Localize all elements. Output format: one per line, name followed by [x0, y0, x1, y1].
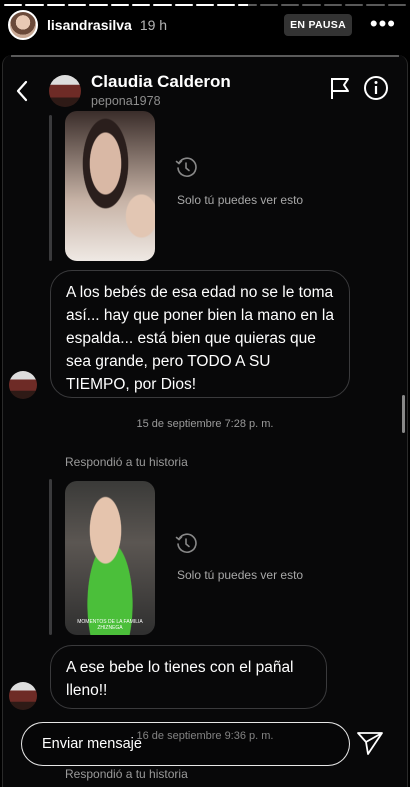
message-bubble[interactable]: A ese bebe lo tienes con el pañal lleno!…	[50, 645, 327, 709]
story-thumbnail[interactable]	[65, 111, 155, 261]
dm-screenshot: Claudia Calderon pepona1978 Solo tú pued…	[2, 55, 408, 787]
sender-avatar[interactable]	[9, 371, 37, 399]
message-input[interactable]: Enviar mensaje	[21, 722, 350, 766]
progress-segment	[345, 4, 364, 6]
contact-username: pepona1978	[91, 94, 161, 108]
flag-icon[interactable]	[329, 76, 351, 100]
story-time: 19 h	[139, 17, 168, 33]
progress-segment	[174, 4, 193, 6]
sender-avatar[interactable]	[9, 682, 37, 710]
message-bubble[interactable]: A los bebés de esa edad no se le toma as…	[50, 270, 350, 398]
info-icon[interactable]	[363, 75, 389, 101]
progress-segment	[323, 4, 342, 6]
progress-segment	[302, 4, 321, 6]
progress-segment	[153, 4, 172, 6]
contact-name[interactable]: Claudia Calderon	[91, 72, 231, 92]
story-username[interactable]: lisandrasilva	[47, 17, 132, 33]
thumbnail-caption: MOMENTOS DE LA FAMILIA ZHIZNEGA	[77, 619, 143, 631]
clock-icon	[175, 157, 197, 177]
reply-indicator	[49, 115, 52, 261]
progress-segment	[67, 4, 87, 6]
message-input-placeholder: Enviar mensaje	[42, 736, 142, 752]
timestamp: 15 de septiembre 7:28 p. m.	[136, 418, 274, 430]
progress-segment	[25, 4, 44, 6]
story-header: lisandrasilva 19 h EN PAUSA •••	[0, 8, 410, 42]
progress-segment	[366, 4, 385, 6]
progress-segment	[131, 4, 151, 6]
progress-segment	[281, 4, 300, 6]
scrollbar[interactable]	[402, 395, 405, 433]
back-icon[interactable]	[15, 79, 29, 103]
progress-segment	[387, 4, 406, 6]
progress-segment	[195, 4, 215, 6]
only-you-label: Solo tú puedes ver esto	[177, 568, 304, 582]
only-you-label: Solo tú puedes ver esto	[177, 193, 304, 207]
replied-label: Respondió a tu historia	[65, 455, 188, 469]
send-icon[interactable]	[356, 730, 384, 756]
more-icon[interactable]: •••	[370, 12, 396, 36]
contact-avatar[interactable]	[49, 75, 81, 107]
clock-icon	[175, 533, 197, 553]
progress-segment	[46, 4, 65, 6]
paused-badge: EN PAUSA	[284, 14, 352, 36]
dm-header: Claudia Calderon pepona1978	[3, 69, 407, 115]
progress-segment	[89, 4, 108, 6]
reply-indicator	[49, 479, 52, 635]
story-avatar[interactable]	[8, 10, 38, 40]
progress-segment	[110, 4, 129, 6]
progress-segment	[217, 4, 236, 6]
story-thumbnail[interactable]: MOMENTOS DE LA FAMILIA ZHIZNEGA	[65, 481, 155, 635]
progress-segment	[259, 4, 279, 6]
divider	[11, 55, 399, 57]
story-progress	[4, 4, 406, 7]
progress-segment	[238, 4, 257, 6]
replied-label: Respondió a tu historia	[65, 767, 188, 781]
progress-segment	[4, 4, 23, 6]
